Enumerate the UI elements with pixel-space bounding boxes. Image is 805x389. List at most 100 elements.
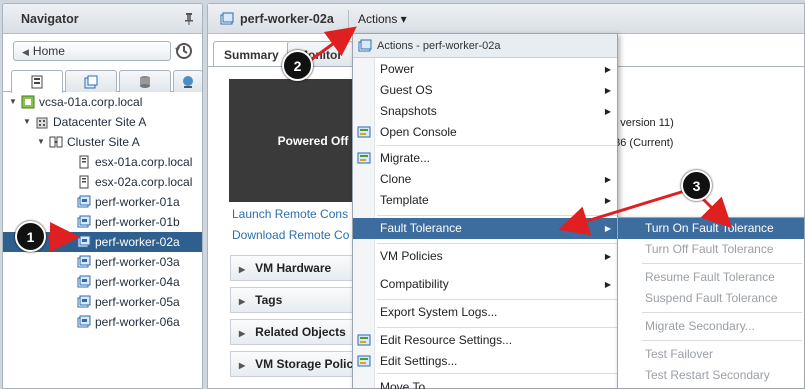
cluster-icon — [49, 136, 63, 148]
menu-separator — [642, 340, 802, 341]
menu-item-snapshots[interactable]: Snapshots ▶ — [353, 101, 617, 122]
submenu-arrow-icon: ▶ — [604, 86, 611, 95]
network-icon — [183, 75, 193, 88]
menu-item-export-system-logs[interactable]: Export System Logs... — [353, 302, 617, 323]
submenu-item-suspend-fault-tolerance: Suspend Fault Tolerance — [645, 291, 778, 305]
menu-item-label: Edit Settings... — [380, 354, 458, 368]
tree-item-label: perf-worker-03a — [95, 255, 180, 269]
menu-item-clone[interactable]: Clone ▶ — [353, 169, 617, 190]
vm-icon — [77, 255, 91, 268]
datacenter-icon — [36, 117, 48, 129]
power-state: Powered Off — [277, 133, 349, 148]
home-button[interactable]: ◀ Home — [13, 41, 171, 61]
host-icon — [79, 155, 89, 169]
tree-item-label: esx-01a.corp.local — [95, 155, 193, 169]
menu-separator — [642, 312, 802, 313]
tree-item[interactable]: esx-01a.corp.local — [3, 152, 192, 172]
submenu-item-resume-fault-tolerance: Resume Fault Tolerance — [645, 270, 775, 284]
tree-item[interactable]: perf-worker-01a — [3, 192, 180, 212]
expand-toggle-icon[interactable]: ▼ — [23, 112, 33, 132]
menu-item-migrate[interactable]: Migrate... — [353, 148, 617, 169]
menu-item-compatibility[interactable]: Compatibility ▶ — [353, 274, 617, 295]
menu-item-open-console[interactable]: Open Console — [353, 122, 617, 143]
navigator-tabs — [3, 68, 202, 93]
menu-separator — [642, 263, 802, 264]
tree-item[interactable]: ▼ Cluster Site A — [3, 132, 140, 152]
tab-vms-templates[interactable] — [65, 70, 117, 92]
submenu-arrow-icon: ▶ — [604, 196, 611, 205]
pin-icon[interactable] — [184, 13, 194, 25]
tree-item[interactable]: ▼ vcsa-01a.corp.local — [3, 92, 142, 112]
submenu-arrow-icon: ▶ — [604, 175, 611, 184]
vm-icon — [358, 39, 372, 52]
tab-networking[interactable] — [173, 70, 202, 92]
menu-separator — [377, 215, 617, 216]
tree-item[interactable]: perf-worker-06a — [3, 312, 180, 332]
actions-button[interactable]: Actions ▾ — [354, 9, 411, 29]
menu-item-label: Move To... — [380, 380, 436, 389]
menu-item-label: Edit Resource Settings... — [380, 333, 513, 347]
tree-item[interactable]: perf-worker-04a — [3, 272, 180, 292]
menu-item-label: Fault Tolerance — [380, 221, 462, 235]
submenu-item-turn-on-fault-tolerance[interactable]: Turn On Fault Tolerance — [618, 218, 804, 239]
tree-item[interactable]: esx-02a.corp.local — [3, 172, 192, 192]
divider — [348, 10, 349, 28]
page-title: perf-worker-02a — [240, 12, 334, 26]
tree-item[interactable]: perf-worker-05a — [3, 292, 180, 312]
menu-item-label: Open Console — [380, 125, 457, 139]
console-icon — [357, 126, 371, 138]
menu-item-vm-policies[interactable]: VM Policies ▶ — [353, 246, 617, 267]
menu-item-label: Clone — [380, 172, 412, 186]
menu-separator — [377, 299, 617, 300]
submenu-arrow-icon: ▶ — [604, 224, 611, 233]
host-icon — [79, 175, 89, 189]
tree-item-label: perf-worker-01a — [95, 195, 180, 209]
tree-item-label: Cluster Site A — [67, 135, 140, 149]
menu-item-label: Export System Logs... — [380, 305, 498, 319]
menu-item-move-to[interactable]: Move To... — [353, 377, 617, 389]
tab-storage[interactable] — [119, 70, 171, 92]
navigator-panel: Navigator ◀ Home ▼ vcsa-01a.corp.local ▼ Dat… — [2, 3, 203, 389]
callout-badge-3: 3 — [681, 170, 712, 201]
vm-icon — [77, 295, 91, 308]
tree-item[interactable]: ▼ Datacenter Site A — [3, 112, 146, 132]
navigator-title: Navigator — [21, 12, 79, 26]
actions-menu: Actions - perf-worker-02a Power ▶ Guest OS… — [352, 33, 618, 389]
menu-item-label: Compatibility — [380, 277, 449, 291]
edit-settings-icon — [357, 355, 371, 367]
vm-icon — [77, 315, 91, 328]
vm-icon — [77, 275, 91, 288]
tree-item-label: perf-worker-05a — [95, 295, 180, 309]
tree-item-label: perf-worker-02a — [95, 235, 180, 249]
menu-item-edit-settings[interactable]: Edit Settings... — [353, 351, 617, 372]
tab-hosts-clusters[interactable] — [11, 70, 63, 93]
vcenter-icon — [21, 95, 35, 109]
download-remote-console-link[interactable]: Download Remote Co — [232, 228, 349, 242]
submenu-arrow-icon: ▶ — [604, 65, 611, 74]
tree-item-label: esx-02a.corp.local — [95, 175, 193, 189]
menu-item-template[interactable]: Template ▶ — [353, 190, 617, 211]
submenu-item-test-restart-secondary: Test Restart Secondary — [645, 368, 770, 382]
tree-item[interactable]: perf-worker-03a — [3, 252, 180, 272]
menu-item-fault-tolerance[interactable]: Fault Tolerance ▶ — [353, 218, 617, 239]
menu-item-label: Migrate... — [380, 151, 431, 165]
storage-icon — [140, 75, 150, 88]
history-icon[interactable] — [174, 41, 194, 61]
menu-separator — [377, 327, 617, 328]
menu-separator — [377, 145, 617, 146]
tab-summary[interactable]: Summary — [213, 41, 290, 67]
menu-item-label: VM Policies — [380, 249, 443, 263]
launch-remote-console-link[interactable]: Launch Remote Cons — [232, 207, 348, 221]
expand-toggle-icon[interactable]: ▼ — [9, 92, 19, 112]
fault-tolerance-submenu: Turn On Fault Tolerance Turn Off Fault To… — [617, 217, 805, 389]
menu-item-power[interactable]: Power ▶ — [353, 59, 617, 80]
back-arrow-icon: ◀ — [22, 47, 29, 57]
menu-item-guest-os[interactable]: Guest OS ▶ — [353, 80, 617, 101]
submenu-item-test-failover: Test Failover — [645, 347, 714, 361]
tree-item-label: perf-worker-06a — [95, 315, 180, 329]
expand-toggle-icon[interactable]: ▼ — [37, 132, 47, 152]
actions-menu-title: Actions - perf-worker-02a — [353, 34, 617, 58]
tree-item-label: perf-worker-04a — [95, 275, 180, 289]
menu-item-edit-resource-settings[interactable]: Edit Resource Settings... — [353, 330, 617, 351]
object-header: perf-worker-02a Actions ▾ — [208, 4, 804, 34]
